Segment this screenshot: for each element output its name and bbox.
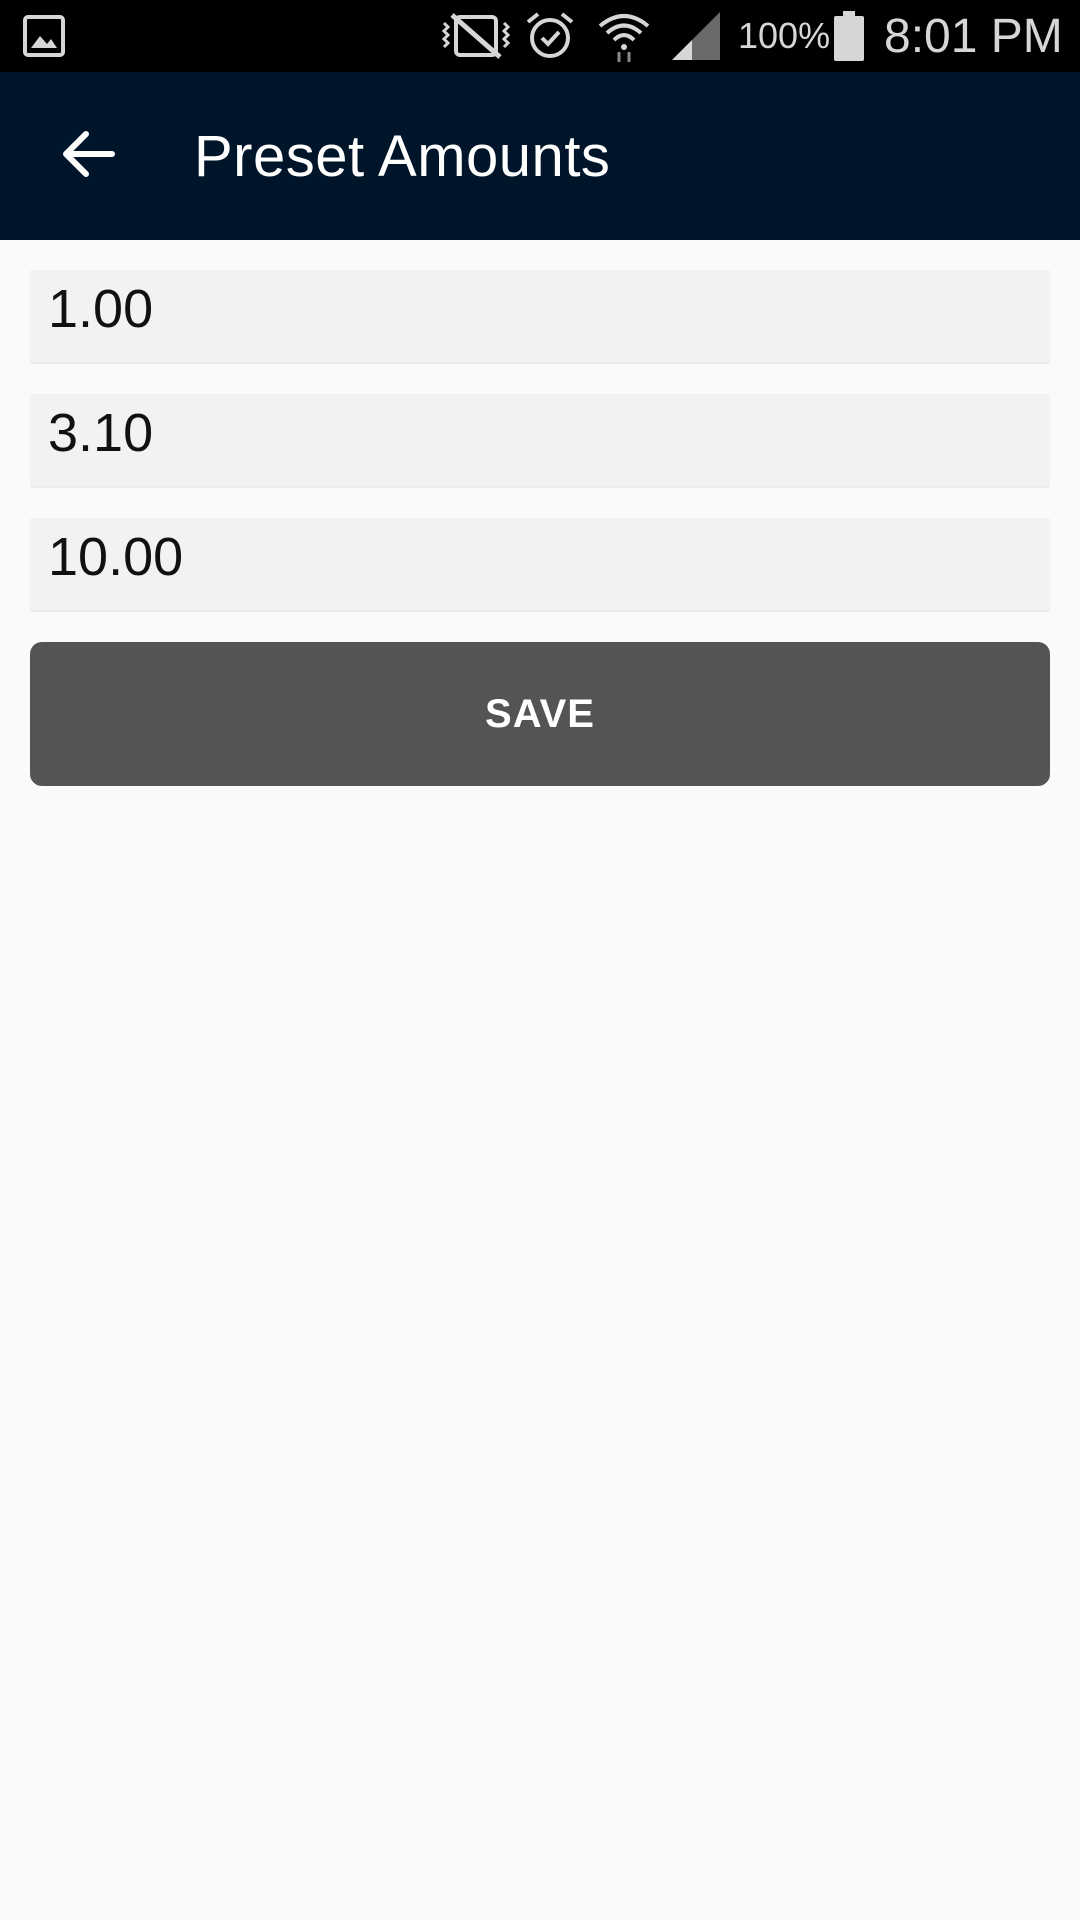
back-button[interactable] (44, 112, 132, 200)
preset-amount-field-2[interactable] (30, 394, 1050, 488)
preset-amount-input-1[interactable] (30, 270, 1050, 362)
battery-icon (834, 0, 864, 72)
wifi-icon (596, 0, 652, 72)
vibrate-mute-icon (440, 0, 512, 72)
cell-signal-icon (670, 0, 722, 72)
alarm-icon (524, 0, 576, 72)
arrow-back-icon (60, 126, 116, 187)
preset-amount-field-1[interactable] (30, 270, 1050, 364)
status-time: 8:01 PM (884, 9, 1063, 63)
status-bar: 100% 8:01 PM (0, 0, 1080, 72)
save-button[interactable]: SAVE (30, 642, 1050, 786)
app-bar: Preset Amounts (0, 72, 1080, 240)
gallery-notification-icon (22, 0, 66, 72)
preset-amount-field-3[interactable] (30, 518, 1050, 612)
preset-amount-input-2[interactable] (30, 394, 1050, 486)
page-title: Preset Amounts (194, 123, 611, 189)
battery-percent: 100% (738, 15, 831, 56)
preset-amount-input-3[interactable] (30, 518, 1050, 610)
